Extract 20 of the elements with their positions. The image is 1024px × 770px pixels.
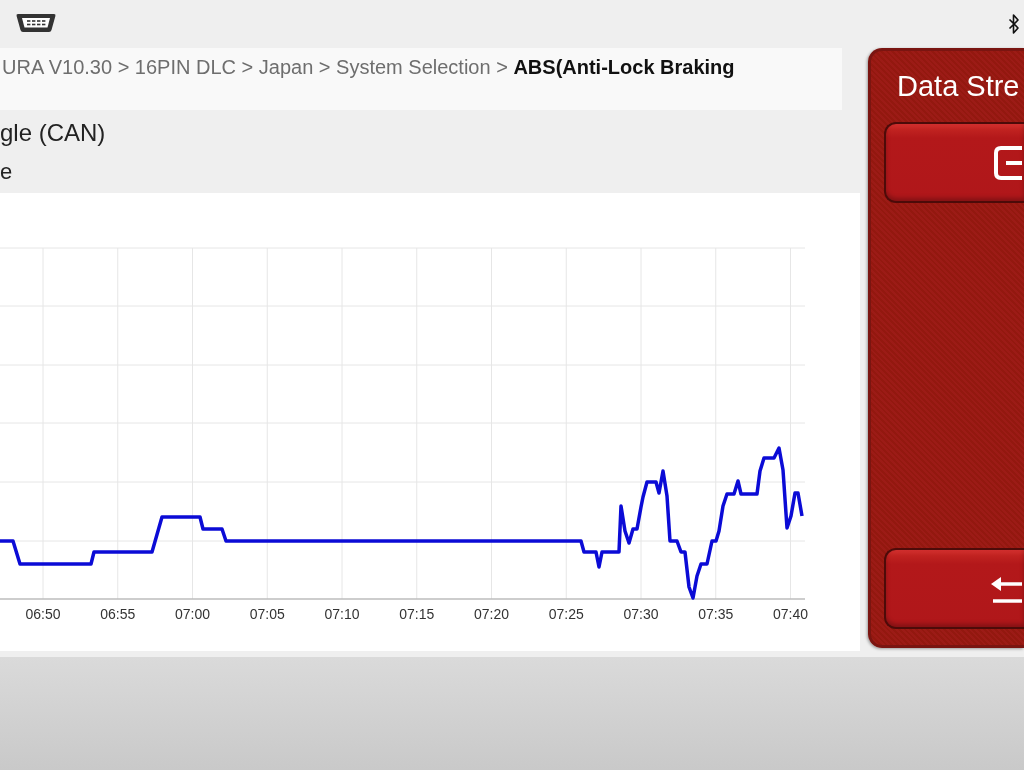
- breadcrumb: URA V10.30 > 16PIN DLC > Japan > System Selection > ABS(Anti-Lock Braking: [0, 48, 842, 110]
- time-label: 07:40: [773, 606, 808, 622]
- parameter-subtitle: e: [0, 158, 14, 186]
- time-label: 06:55: [100, 606, 136, 622]
- panel-button[interactable]: [884, 548, 1024, 629]
- parameter-title: gle (CAN): [0, 118, 107, 148]
- time-label: 06:50: [25, 606, 61, 622]
- time-label: 07:30: [623, 606, 659, 622]
- bluetooth-icon: [1008, 13, 1020, 35]
- time-label: 07:00: [175, 606, 210, 622]
- time-label: 07:35: [698, 606, 734, 622]
- panel-button[interactable]: [884, 122, 1024, 203]
- time-label: 07:05: [249, 606, 285, 622]
- time-label: 07:20: [474, 606, 509, 622]
- time-label: 07:15: [399, 606, 435, 622]
- connector-icon: [15, 12, 57, 34]
- time-label: 07:25: [548, 606, 584, 622]
- box-line-icon: [993, 144, 1022, 181]
- time-label: 07:10: [324, 606, 360, 622]
- panel-title: Data Stre: [896, 69, 1021, 104]
